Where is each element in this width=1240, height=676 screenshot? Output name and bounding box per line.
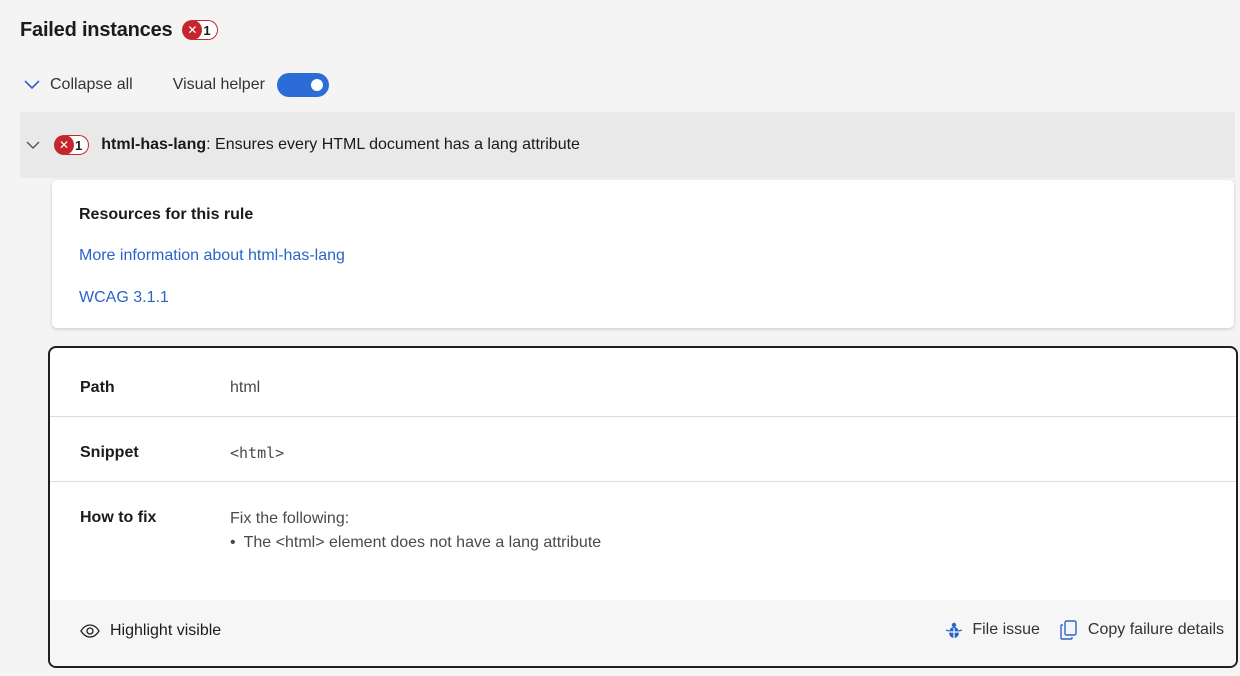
eye-icon [80, 624, 100, 638]
rule-description: : Ensures every HTML document has a lang… [206, 136, 580, 153]
footer-actions: File issue Copy failure details [946, 620, 1224, 640]
snippet-label: Snippet [80, 444, 139, 461]
rule-id: html-has-lang [101, 136, 207, 153]
toolbar: Collapse all Visual helper [24, 70, 329, 100]
collapse-all-button[interactable]: Collapse all [24, 76, 133, 94]
path-row: Path html [50, 348, 1236, 417]
bug-icon [946, 622, 963, 638]
toggle-knob [310, 79, 323, 91]
failure-instance-card: Path html Snippet <html> How to fix Fix … [48, 346, 1238, 668]
copy-failure-details-label: Copy failure details [1087, 621, 1224, 638]
path-label: Path [80, 379, 115, 396]
more-info-link[interactable]: More information about html-has-lang [79, 247, 345, 265]
file-issue-button[interactable]: File issue [946, 621, 1040, 639]
path-value: html [230, 379, 261, 396]
highlight-visible-label: Highlight visible [110, 622, 222, 639]
collapse-all-label: Collapse all [50, 76, 133, 93]
wcag-link[interactable]: WCAG 3.1.1 [79, 289, 169, 307]
visual-helper-label: Visual helper [172, 76, 265, 93]
snippet-row: Snippet <html> [50, 417, 1236, 482]
highlight-visible-button[interactable]: Highlight visible [80, 622, 221, 640]
chevron-down-icon[interactable] [26, 141, 40, 150]
fix-list: The <html> element does not have a lang … [230, 533, 602, 553]
fix-item: The <html> element does not have a lang … [230, 533, 602, 553]
error-icon: ✕ [54, 135, 74, 155]
chevron-down-icon [24, 80, 40, 90]
fix-intro: Fix the following: [230, 510, 350, 527]
resources-heading: Resources for this rule [79, 206, 254, 223]
file-issue-label: File issue [972, 621, 1040, 638]
failure-count-badge: ✕ 1 [182, 20, 218, 40]
rule-failure-badge: ✕ 1 [54, 135, 90, 155]
card-footer: Highlight visible File issue Copy failur… [50, 600, 1236, 666]
page-title: Failed instances [20, 18, 173, 41]
visual-helper-toggle[interactable] [276, 73, 329, 97]
snippet-value: <html> [230, 444, 285, 462]
how-to-fix-label: How to fix [80, 509, 157, 526]
visual-helper: Visual helper [173, 73, 329, 97]
copy-failure-details-button[interactable]: Copy failure details [1060, 620, 1224, 640]
copy-icon [1060, 620, 1077, 640]
how-to-fix-row: How to fix Fix the following: The <html>… [50, 482, 1236, 601]
how-to-fix-content: Fix the following: The <html> element do… [230, 509, 601, 553]
rule-group-header[interactable]: ✕ 1 html-has-lang: Ensures every HTML do… [20, 112, 1235, 178]
rule-title: html-has-lang: Ensures every HTML docume… [101, 136, 580, 154]
failed-instances-header: Failed instances ✕ 1 [20, 14, 218, 46]
resources-panel: Resources for this rule More information… [52, 180, 1234, 328]
